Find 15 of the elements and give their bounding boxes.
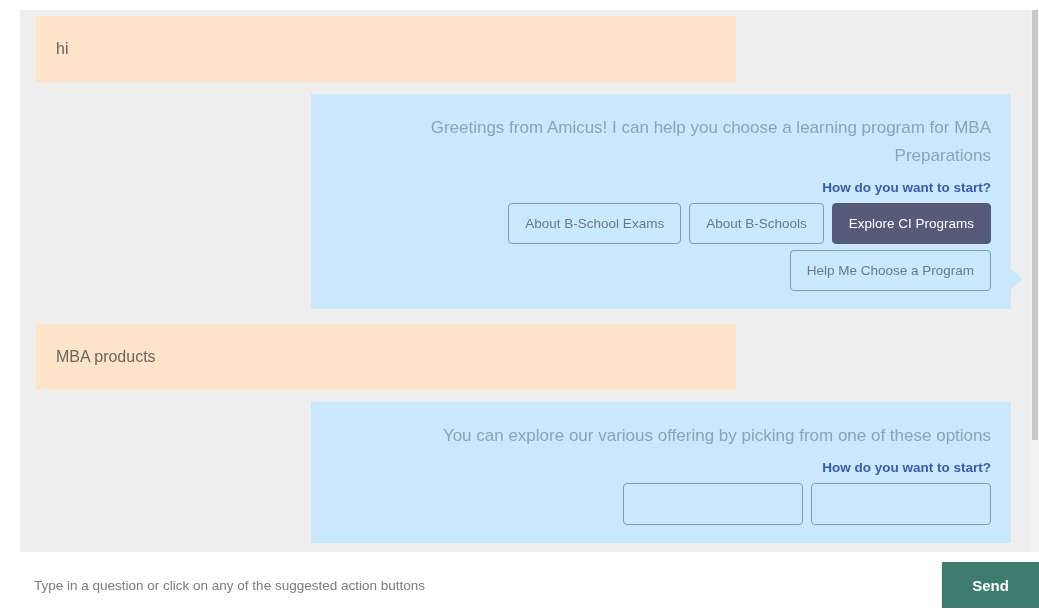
action-button[interactable]: About B-School Exams	[508, 203, 682, 244]
scrollbar[interactable]	[1031, 10, 1039, 552]
prompt-text: How do you want to start?	[821, 460, 991, 475]
user-message: MBA products	[36, 324, 736, 390]
bot-text: You can explore our various offering by picking from one of these options	[441, 425, 991, 447]
action-button[interactable]: Help Me Choose a Program	[789, 250, 991, 291]
action-button[interactable]	[623, 483, 803, 525]
scroll-thumb[interactable]	[1032, 10, 1038, 440]
action-button[interactable]: About B-Schools	[689, 203, 824, 244]
action-button[interactable]	[811, 483, 991, 525]
bot-text: Greetings from Amicus! I can help you choose a learning program for MBA Preparations	[429, 117, 991, 167]
user-message: hi	[36, 16, 736, 82]
action-button[interactable]: Explore CI Programs	[831, 203, 991, 244]
prompt-text: How do you want to start?	[821, 180, 991, 195]
send-button[interactable]: Send	[942, 562, 1039, 608]
